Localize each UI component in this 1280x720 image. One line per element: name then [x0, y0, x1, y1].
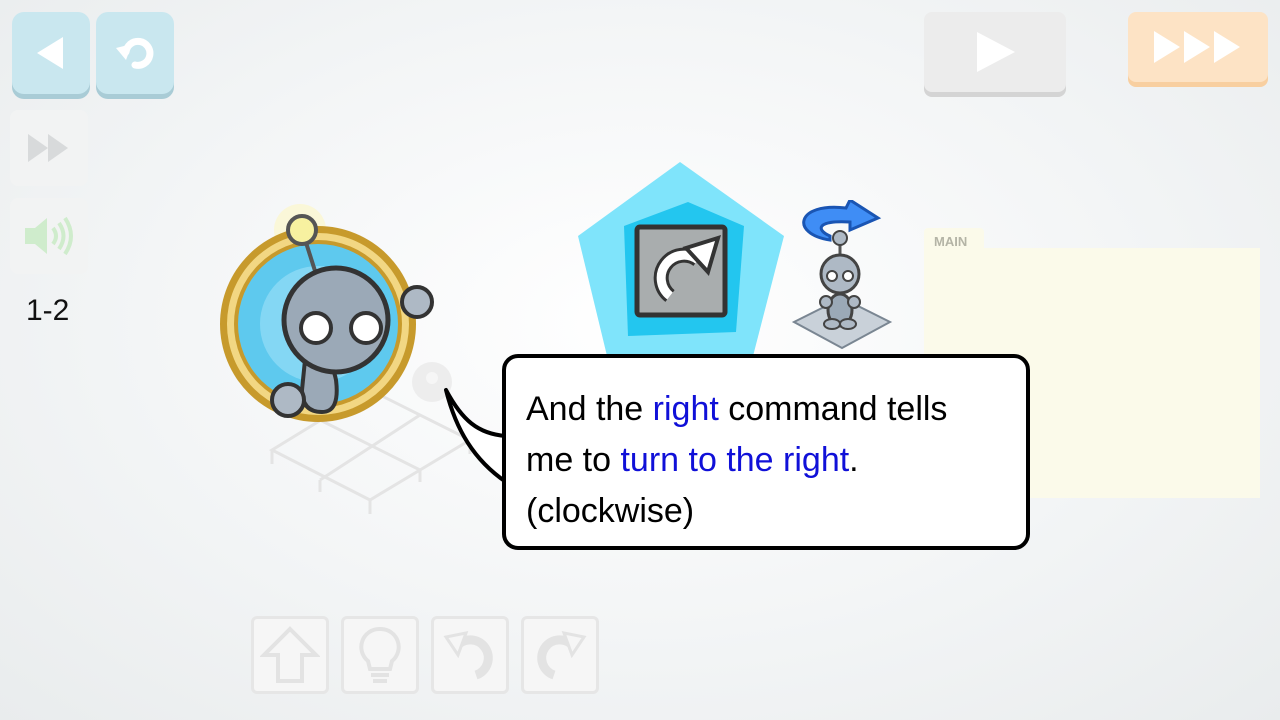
- turning-robot-demo: [791, 200, 893, 350]
- speaker-icon: [25, 216, 73, 256]
- reset-button[interactable]: [96, 12, 174, 94]
- highlight-turn-right: turn to the right: [620, 441, 850, 479]
- robot-portrait: [220, 204, 434, 422]
- main-tab: MAIN: [924, 228, 984, 250]
- light-command[interactable]: [341, 616, 419, 694]
- back-button[interactable]: [12, 12, 90, 94]
- play-icon: [977, 32, 1015, 72]
- highlight-right: right: [652, 390, 719, 428]
- fast-forward-icon: [28, 134, 68, 162]
- triangle-left-icon: [37, 37, 63, 69]
- sound-button[interactable]: [10, 198, 88, 274]
- play-button[interactable]: [924, 12, 1066, 92]
- triple-play-icon: [1154, 31, 1240, 63]
- right-command-highlight: [578, 162, 784, 360]
- turn-left-command[interactable]: [431, 616, 509, 694]
- speed-button[interactable]: [10, 110, 88, 186]
- speech-bubble: And the right command tells me to turn t…: [502, 354, 1030, 550]
- level-indicator: 1-2: [26, 294, 70, 327]
- speech-bubble-tail: [444, 388, 510, 486]
- bubble-line-3: (clockwise): [526, 492, 695, 530]
- lightbulb-icon: [359, 626, 401, 683]
- bubble-line-2: me to turn to the right.: [526, 441, 859, 479]
- fast-forward-button[interactable]: [1128, 12, 1268, 82]
- forward-command[interactable]: [251, 616, 329, 694]
- turn-right-command[interactable]: [521, 616, 599, 694]
- bubble-line-1: And the right command tells: [526, 390, 948, 428]
- undo-arrow-icon: [116, 37, 154, 69]
- forward-arrow-icon: [260, 626, 320, 683]
- turn-right-icon: [537, 631, 587, 680]
- turn-left-icon: [443, 631, 493, 680]
